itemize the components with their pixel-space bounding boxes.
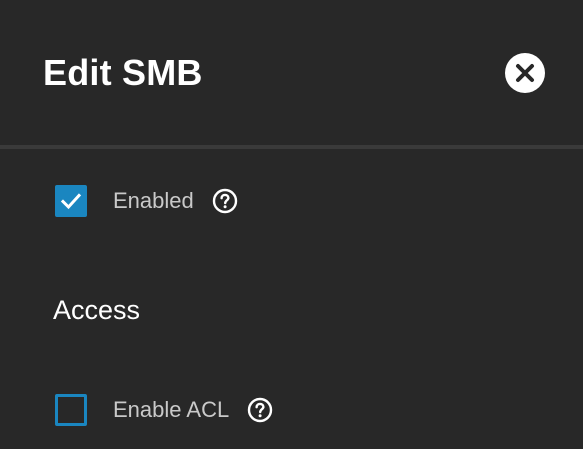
access-section-heading: Access [53, 295, 141, 325]
edit-smb-panel: Edit SMB Enabled Access Enable ACL [0, 0, 583, 449]
header-divider [0, 145, 583, 149]
close-icon [516, 64, 534, 82]
panel-header: Edit SMB [0, 0, 583, 145]
help-circle-icon[interactable] [212, 188, 238, 214]
enable-acl-label: Enable ACL [113, 397, 230, 422]
close-button[interactable] [505, 53, 545, 93]
enabled-field: Enabled [55, 184, 238, 218]
enable-acl-field: Enable ACL [55, 393, 273, 427]
checkmark-icon [60, 193, 82, 210]
panel-title: Edit SMB [43, 52, 203, 93]
help-circle-icon[interactable] [247, 397, 273, 423]
enabled-checkbox[interactable] [55, 185, 87, 217]
enabled-label: Enabled [113, 188, 194, 213]
enable-acl-checkbox[interactable] [55, 394, 87, 426]
